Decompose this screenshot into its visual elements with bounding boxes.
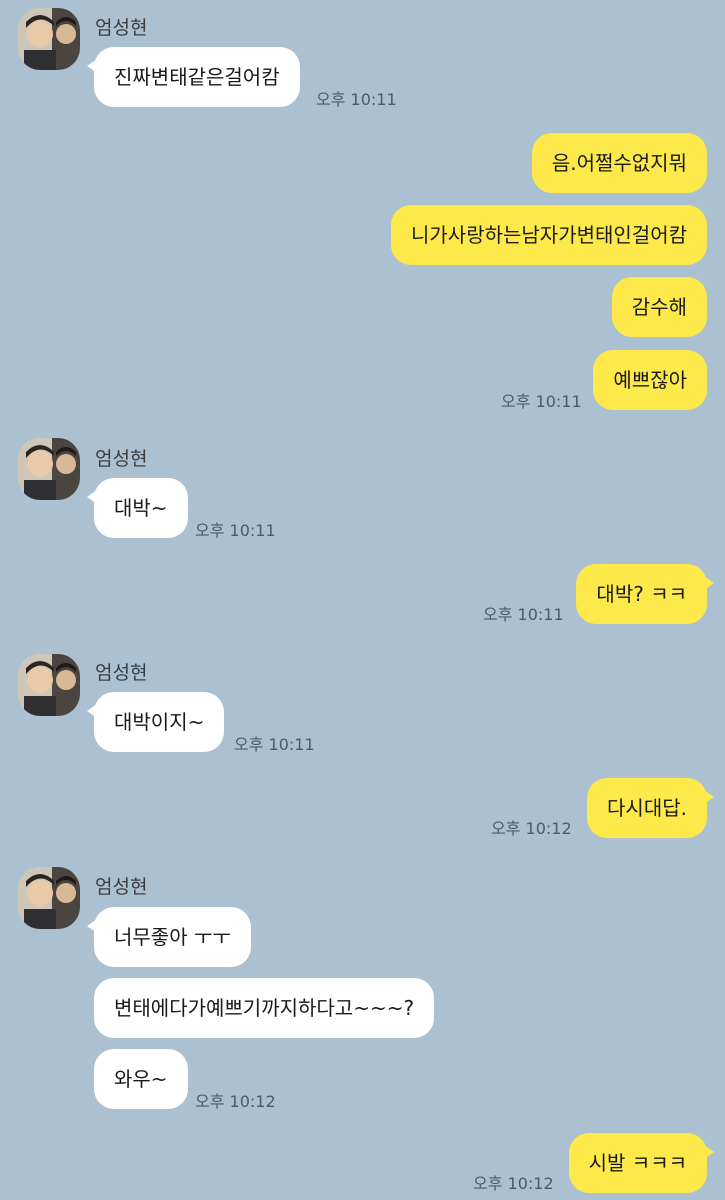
avatar[interactable] [18,867,80,929]
message-bubble-incoming[interactable]: 너무좋아 ㅜㅜ [87,907,251,967]
message-bubble-outgoing[interactable]: 대박? ㅋㅋ [576,564,714,624]
profile-photo-icon [18,867,80,929]
sender-name: 엄성현 [95,876,148,898]
avatar[interactable] [18,438,80,500]
message-timestamp: 오후 10:12 [195,1092,276,1111]
profile-photo-icon [18,654,80,716]
sender-name: 엄성현 [95,662,148,684]
message-bubble-outgoing[interactable]: 다시대답. [587,778,714,838]
message-bubble-outgoing[interactable]: 시발 ㅋㅋㅋ [568,1133,715,1193]
avatar[interactable] [18,654,80,716]
chat-room[interactable]: 엄성현 진짜변태같은걸어캄 오후 10:11 음.어쩔수없지뭐 니가사랑하는남자… [0,0,725,1200]
sender-name: 엄성현 [95,17,148,39]
message-timestamp: 오후 10:11 [483,605,564,624]
message-bubble-outgoing[interactable]: 감수해 [611,277,707,337]
message-bubble-incoming[interactable]: 대박~ [87,478,188,538]
message-bubble-incoming[interactable]: 진짜변태같은걸어캄 [87,47,300,107]
message-timestamp: 오후 10:11 [195,521,276,540]
message-bubble-incoming[interactable]: 와우~ [94,1049,188,1109]
message-bubble-incoming[interactable]: 변태에다가예쁘기까지하다고~~~? [94,978,435,1038]
message-timestamp: 오후 10:11 [234,735,315,754]
profile-photo-icon [18,438,80,500]
sender-name: 엄성현 [95,448,148,470]
message-timestamp: 오후 10:12 [491,819,572,838]
message-timestamp: 오후 10:11 [316,90,397,109]
message-timestamp: 오후 10:11 [501,392,582,411]
message-bubble-outgoing[interactable]: 니가사랑하는남자가변태인걸어캄 [391,205,707,265]
avatar[interactable] [18,8,80,70]
profile-photo-icon [18,8,80,70]
message-bubble-outgoing[interactable]: 예쁘잖아 [593,350,707,410]
message-bubble-incoming[interactable]: 대박이지~ [86,692,225,752]
message-bubble-outgoing[interactable]: 음.어쩔수없지뭐 [531,133,707,193]
message-timestamp: 오후 10:12 [473,1174,554,1193]
